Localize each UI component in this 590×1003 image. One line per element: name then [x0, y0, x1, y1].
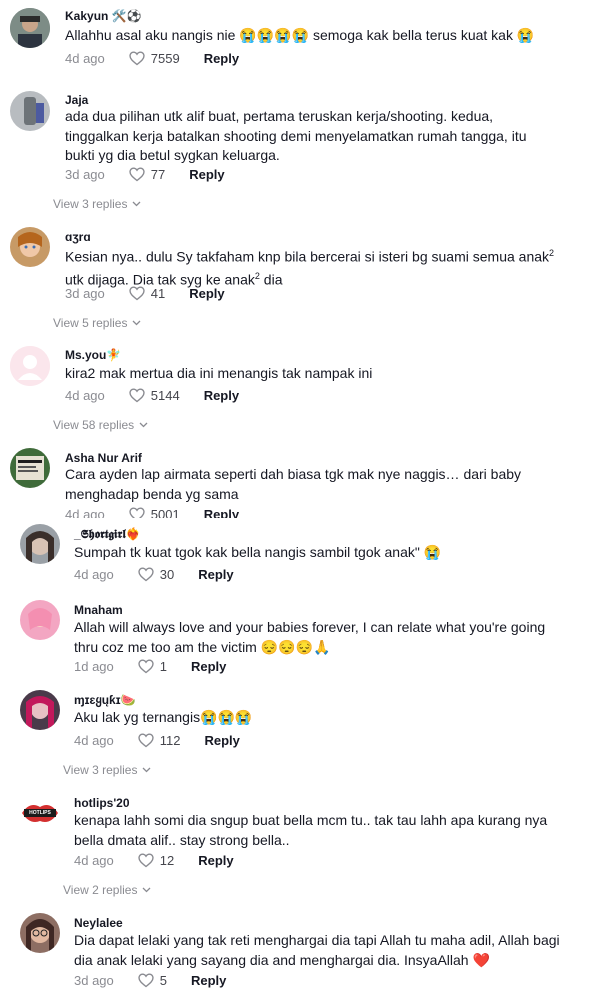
username[interactable]: ɑʒrɑ: [65, 230, 91, 244]
comment-text: kenapa lahh somi dia sngup buat bella mc…: [74, 812, 548, 848]
comment-text: Kesian nya.. dulu Sy takfaham knp bila b…: [65, 248, 555, 288]
avatar[interactable]: HOTLIPS: [20, 793, 60, 833]
reply-button[interactable]: Reply: [189, 286, 224, 301]
username[interactable]: Ms.you🧚: [65, 348, 121, 362]
comment-age: 1d ago: [74, 659, 114, 674]
chevron-down-icon: [139, 422, 148, 428]
comment-text: kira2 mak mertua dia ini menangis tak na…: [65, 365, 373, 381]
reply-button[interactable]: Reply: [198, 853, 233, 868]
avatar[interactable]: [20, 524, 60, 564]
comment-age: 4d ago: [65, 388, 105, 403]
heart-icon[interactable]: [129, 167, 145, 182]
comment-text: Allah will always love and your babies f…: [74, 619, 546, 655]
comment-meta: 4d ago 5144 Reply: [65, 388, 239, 403]
comment-meta: 1d ago 1 Reply: [74, 659, 226, 674]
reply-button[interactable]: Reply: [204, 388, 239, 403]
like-count: 5001: [150, 507, 180, 518]
heart-icon[interactable]: [129, 286, 145, 301]
chevron-down-icon: [143, 767, 151, 773]
comment-text: ada dua pilihan utk alif buat, pertama t…: [65, 108, 527, 163]
username[interactable]: _𝕾𝖍𝖔𝖗𝖙𝖌𝖎𝖗𝖑❤️‍🔥: [74, 527, 141, 542]
avatar[interactable]: [20, 913, 60, 953]
view-replies-button[interactable]: View 5 replies: [53, 316, 141, 330]
reply-button[interactable]: Reply: [189, 167, 224, 182]
comment-age: 3d ago: [65, 167, 105, 182]
like-count: 7559: [150, 51, 180, 66]
avatar[interactable]: [10, 8, 50, 48]
username[interactable]: Jaja: [65, 93, 88, 107]
view-replies-button[interactable]: View 3 replies: [53, 197, 141, 211]
avatar[interactable]: [20, 690, 60, 730]
like-count: 5: [159, 973, 167, 988]
comment-text: Aku lak yg ternangis😭😭😭: [74, 709, 253, 725]
chevron-down-icon: [133, 320, 141, 326]
like-count: 112: [159, 733, 181, 748]
reply-button[interactable]: Reply: [204, 51, 239, 66]
avatar[interactable]: [10, 227, 50, 267]
like-count: 77: [150, 167, 166, 182]
comment-text: Allahhu asal aku nangis nie 😭😭😭😭 semoga …: [65, 27, 535, 43]
like-count: 30: [159, 567, 175, 582]
view-replies-button[interactable]: View 3 replies: [63, 763, 151, 777]
comment-meta: 3d ago 41 Reply: [65, 286, 225, 301]
username[interactable]: hotlips'20: [74, 796, 130, 810]
heart-icon[interactable]: [138, 733, 154, 748]
like-count: 5144: [150, 388, 180, 403]
comment-meta: 4d ago 7559 Reply: [65, 51, 239, 66]
reply-button[interactable]: Reply: [205, 733, 240, 748]
avatar[interactable]: [20, 600, 60, 640]
comment-age: 4d ago: [74, 853, 114, 868]
chevron-down-icon: [133, 201, 141, 207]
chevron-down-icon: [143, 887, 151, 893]
comment-item: Asha Nur Arif Cara ayden lap airmata sep…: [0, 440, 590, 518]
reply-button[interactable]: Reply: [198, 567, 233, 582]
like-count: 41: [150, 286, 166, 301]
username[interactable]: Neylalee: [74, 916, 123, 930]
comment-age: 3d ago: [74, 973, 114, 988]
reply-button[interactable]: Reply: [204, 507, 239, 518]
comment-meta: 4d ago 112 Reply: [74, 733, 240, 748]
comment-text: Cara ayden lap airmata seperti dah biasa…: [65, 466, 522, 502]
reply-button[interactable]: Reply: [191, 973, 226, 988]
view-replies-button[interactable]: View 2 replies: [63, 883, 151, 897]
comment-text: Sumpah tk kuat tgok kak bella nangis sam…: [74, 544, 442, 560]
heart-icon[interactable]: [129, 51, 145, 66]
avatar[interactable]: [10, 346, 50, 386]
like-count: 12: [159, 853, 175, 868]
avatar-badge-text: HOTLIPS: [29, 810, 51, 816]
username[interactable]: Mnaham: [74, 603, 123, 617]
like-count: 1: [159, 659, 167, 674]
heart-icon[interactable]: [129, 388, 145, 403]
username[interactable]: ɱɪɛყųƙɪ🍉: [74, 693, 136, 707]
heart-icon[interactable]: [129, 507, 145, 518]
heart-icon[interactable]: [138, 659, 154, 674]
comment-age: 4d ago: [65, 507, 105, 518]
comment-meta: 4d ago 5001 Reply: [65, 507, 239, 518]
username[interactable]: Asha Nur Arif: [65, 451, 142, 465]
reply-button[interactable]: Reply: [191, 659, 226, 674]
comment-age: 3d ago: [65, 286, 105, 301]
avatar[interactable]: [10, 448, 50, 488]
avatar[interactable]: [10, 91, 50, 131]
heart-icon[interactable]: [138, 973, 154, 988]
heart-icon[interactable]: [138, 853, 154, 868]
comment-age: 4d ago: [74, 733, 114, 748]
comment-meta: 4d ago 30 Reply: [74, 567, 234, 582]
comment-meta: 3d ago 5 Reply: [74, 973, 226, 988]
comment-meta: 4d ago 12 Reply: [74, 853, 234, 868]
comment-age: 4d ago: [65, 51, 105, 66]
view-replies-button[interactable]: View 58 replies: [53, 418, 148, 432]
comment-text: Dia dapat lelaki yang tak reti mengharga…: [74, 932, 560, 968]
comment-age: 4d ago: [74, 567, 114, 582]
heart-icon[interactable]: [138, 567, 154, 582]
comment-meta: 3d ago 77 Reply: [65, 167, 225, 182]
username[interactable]: Kakyun 🛠️⚽: [65, 9, 142, 23]
